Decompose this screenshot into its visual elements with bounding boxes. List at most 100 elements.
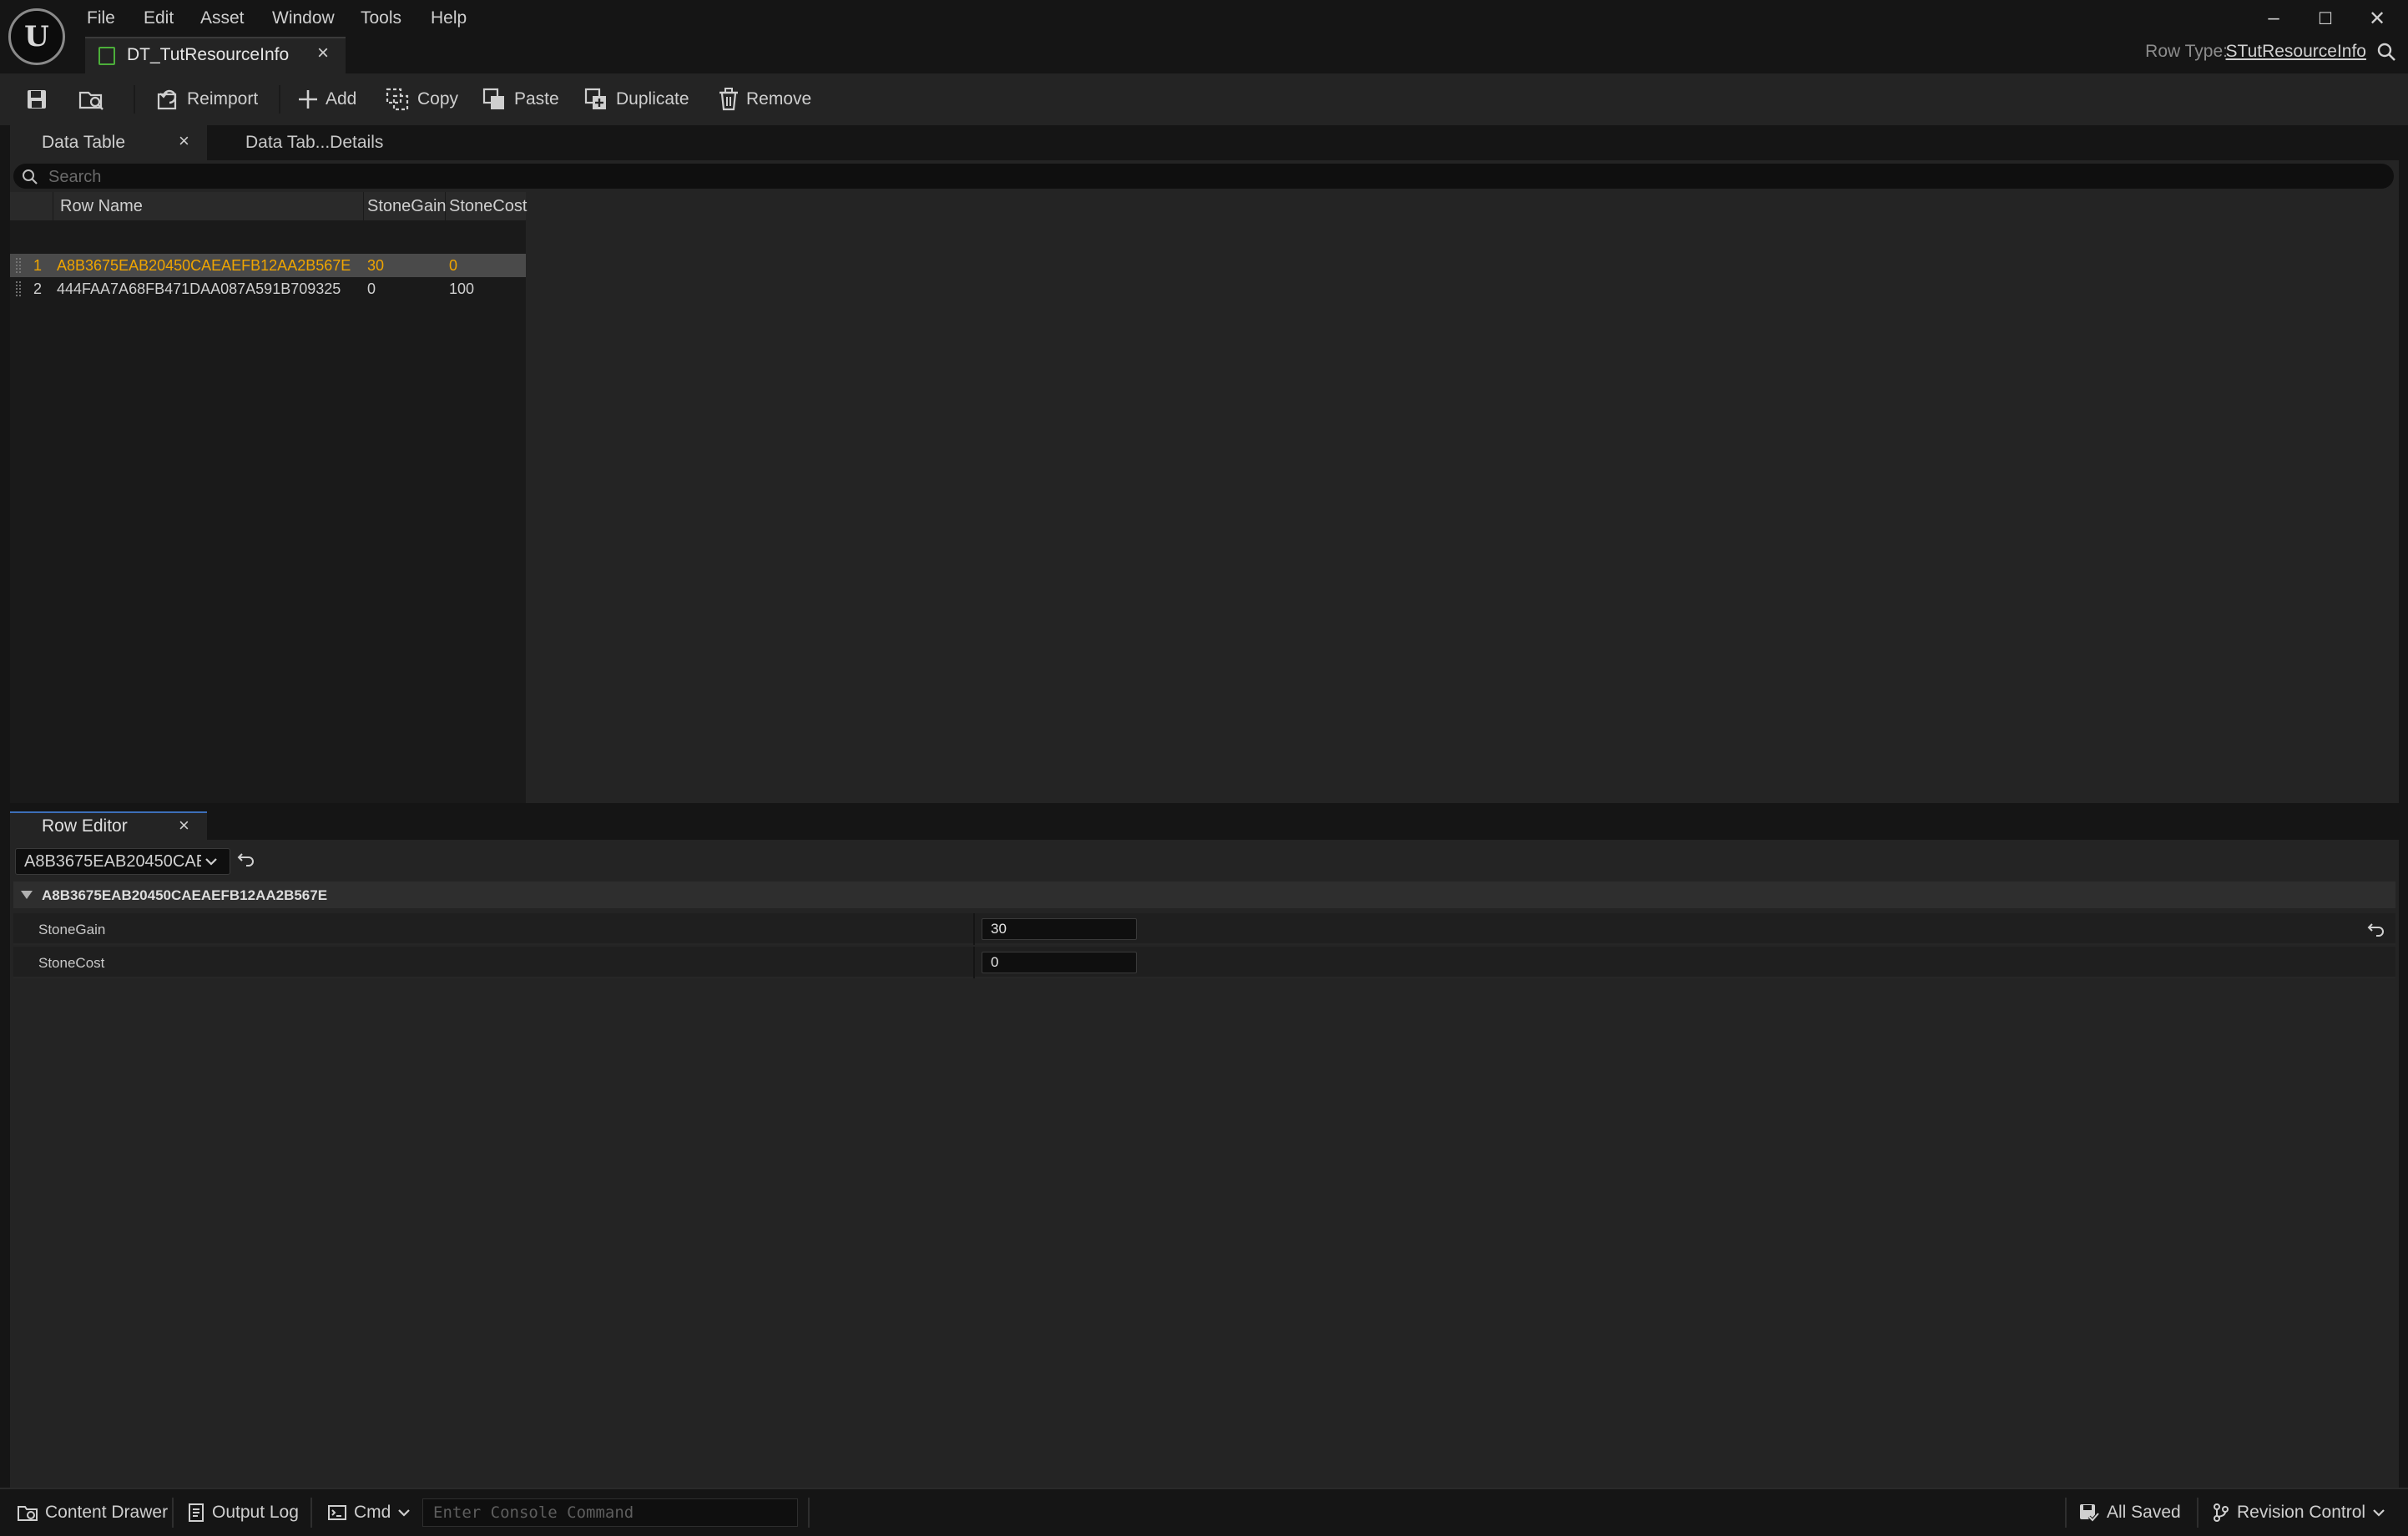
stone-gain-input[interactable] (982, 918, 1137, 940)
menu-asset[interactable]: Asset (194, 5, 251, 32)
cmd-label: Cmd (354, 1503, 391, 1522)
minimize-button[interactable]: – (2249, 3, 2299, 33)
chevron-down-icon (397, 1507, 411, 1518)
property-splitter[interactable] (973, 913, 975, 945)
paste-button[interactable]: Paste (482, 83, 559, 115)
all-saved-label: All Saved (2107, 1503, 2181, 1522)
branch-icon (2212, 1503, 2230, 1523)
row-type-search-icon[interactable] (2376, 42, 2396, 62)
document-tab-label: DT_TutResourceInfo (127, 45, 290, 64)
paste-icon (482, 88, 507, 111)
menu-window[interactable]: Window (265, 5, 341, 32)
menu-help[interactable]: Help (424, 5, 473, 32)
data-table-panel: Row Name StoneGain StoneCost 1 A8B3675EA… (10, 160, 2399, 803)
console-icon (327, 1503, 347, 1522)
save-button[interactable] (25, 83, 48, 115)
status-bar: Content Drawer Output Log Cmd All Saved … (0, 1488, 2408, 1536)
grid-header: Row Name StoneGain StoneCost (10, 192, 527, 220)
duplicate-button[interactable]: Duplicate (584, 83, 689, 115)
property-splitter[interactable] (973, 947, 975, 978)
status-separator (2065, 1498, 2067, 1528)
duplicate-label: Duplicate (616, 89, 689, 109)
column-header-stone-cost[interactable]: StoneCost (446, 192, 527, 220)
maximize-button[interactable]: ☐ (2300, 3, 2350, 33)
row-select-dropdown[interactable]: A8B3675EAB20450CAEAEFB12AA2B567E (15, 848, 230, 875)
tab-data-table-details[interactable]: Data Tab...Details (209, 125, 383, 160)
reset-to-default-icon[interactable] (2367, 922, 2385, 937)
search-icon (22, 169, 38, 185)
category-header[interactable]: A8B3675EAB20450CAEAEFB12AA2B567E (13, 882, 2395, 908)
content-drawer-icon (17, 1503, 38, 1523)
menu-tools[interactable]: Tools (354, 5, 408, 32)
row-editor-panel: A8B3675EAB20450CAEAEFB12AA2B567E A8B3675… (10, 840, 2399, 1488)
duplicate-icon (584, 88, 609, 111)
status-separator (310, 1498, 312, 1528)
stone-cost-input[interactable] (982, 952, 1137, 973)
column-header-stone-gain[interactable]: StoneGain (364, 192, 447, 220)
content-drawer-button[interactable]: Content Drawer (8, 1489, 176, 1536)
output-log-icon (187, 1503, 205, 1523)
menu-file[interactable]: File (80, 5, 122, 32)
document-tab[interactable]: DT_TutResourceInfo × (85, 37, 346, 73)
toolbar-separator (279, 85, 280, 114)
reset-to-default-icon[interactable] (237, 851, 255, 867)
row-editor-tab-bar: Row Editor × (10, 811, 2399, 840)
menu-edit[interactable]: Edit (137, 5, 180, 32)
expand-arrow-icon[interactable] (20, 890, 33, 900)
table-row[interactable]: 2 444FAA7A68FB471DAA087A591B709325 0 100 (10, 277, 526, 301)
paste-label: Paste (514, 89, 559, 109)
tab-data-table[interactable]: Data Table × (10, 125, 207, 160)
tab-row-editor[interactable]: Row Editor × (10, 811, 207, 840)
title-bar: U File Edit Asset Window Tools Help DT_T… (0, 0, 2408, 73)
property-label: StoneCost (38, 955, 105, 971)
close-tab-icon[interactable]: × (317, 42, 329, 65)
row-name-cell: A8B3675EAB20450CAEAEFB12AA2B567E (57, 257, 351, 274)
trash-icon (718, 88, 740, 111)
toolbar-separator (134, 85, 135, 114)
console-command-input[interactable] (422, 1498, 798, 1527)
status-separator (172, 1498, 174, 1528)
table-row[interactable]: 1 A8B3675EAB20450CAEAEFB12AA2B567E 30 0 (10, 254, 526, 277)
remove-button[interactable]: Remove (718, 83, 811, 115)
row-type-label: Row Type: (2145, 42, 2228, 61)
close-tab-icon[interactable]: × (179, 130, 189, 152)
column-header-row-name[interactable]: Row Name (53, 192, 364, 220)
drag-handle-icon[interactable] (15, 257, 22, 274)
stone-cost-cell: 100 (449, 280, 475, 297)
tab-data-table-label: Data Table (42, 133, 126, 152)
chevron-down-icon (2372, 1507, 2385, 1518)
drag-handle-icon[interactable] (15, 280, 22, 297)
reimport-button[interactable]: Reimport (155, 83, 258, 115)
cmd-dropdown[interactable]: Cmd (319, 1489, 419, 1536)
unreal-logo-icon[interactable]: U (8, 8, 65, 65)
output-log-button[interactable]: Output Log (179, 1489, 307, 1536)
add-row-button[interactable]: Add (297, 83, 356, 115)
row-index-header (10, 192, 53, 220)
all-saved-button[interactable]: All Saved (2070, 1489, 2189, 1536)
row-index: 2 (33, 280, 43, 297)
search-box[interactable] (13, 164, 2394, 190)
output-log-label: Output Log (212, 1503, 299, 1522)
add-label: Add (326, 89, 357, 109)
data-table-tab-bar: Data Table × Data Tab...Details (10, 125, 2399, 160)
data-table-grid: Row Name StoneGain StoneCost 1 A8B3675EA… (10, 192, 527, 803)
stone-cost-cell: 0 (449, 257, 458, 274)
copy-button[interactable]: Copy (386, 83, 458, 115)
search-input[interactable] (47, 164, 2370, 190)
revision-control-button[interactable]: Revision Control (2204, 1489, 2394, 1536)
chevron-down-icon (204, 856, 218, 867)
browse-asset-button[interactable] (78, 83, 105, 115)
status-separator (808, 1498, 810, 1528)
plus-icon (297, 88, 319, 110)
save-status-icon (2078, 1503, 2100, 1523)
revision-control-label: Revision Control (2237, 1503, 2366, 1522)
close-tab-icon[interactable]: × (179, 815, 189, 836)
copy-label: Copy (417, 89, 459, 109)
panel-splitter[interactable] (10, 803, 2399, 811)
stone-gain-cell: 30 (367, 257, 385, 274)
reimport-label: Reimport (187, 89, 259, 109)
row-type-link[interactable]: STutResourceInfo (2226, 42, 2366, 62)
close-window-button[interactable]: ✕ (2352, 3, 2402, 33)
browse-folder-icon (78, 88, 105, 111)
property-row-stone-gain: StoneGain (13, 913, 2395, 945)
